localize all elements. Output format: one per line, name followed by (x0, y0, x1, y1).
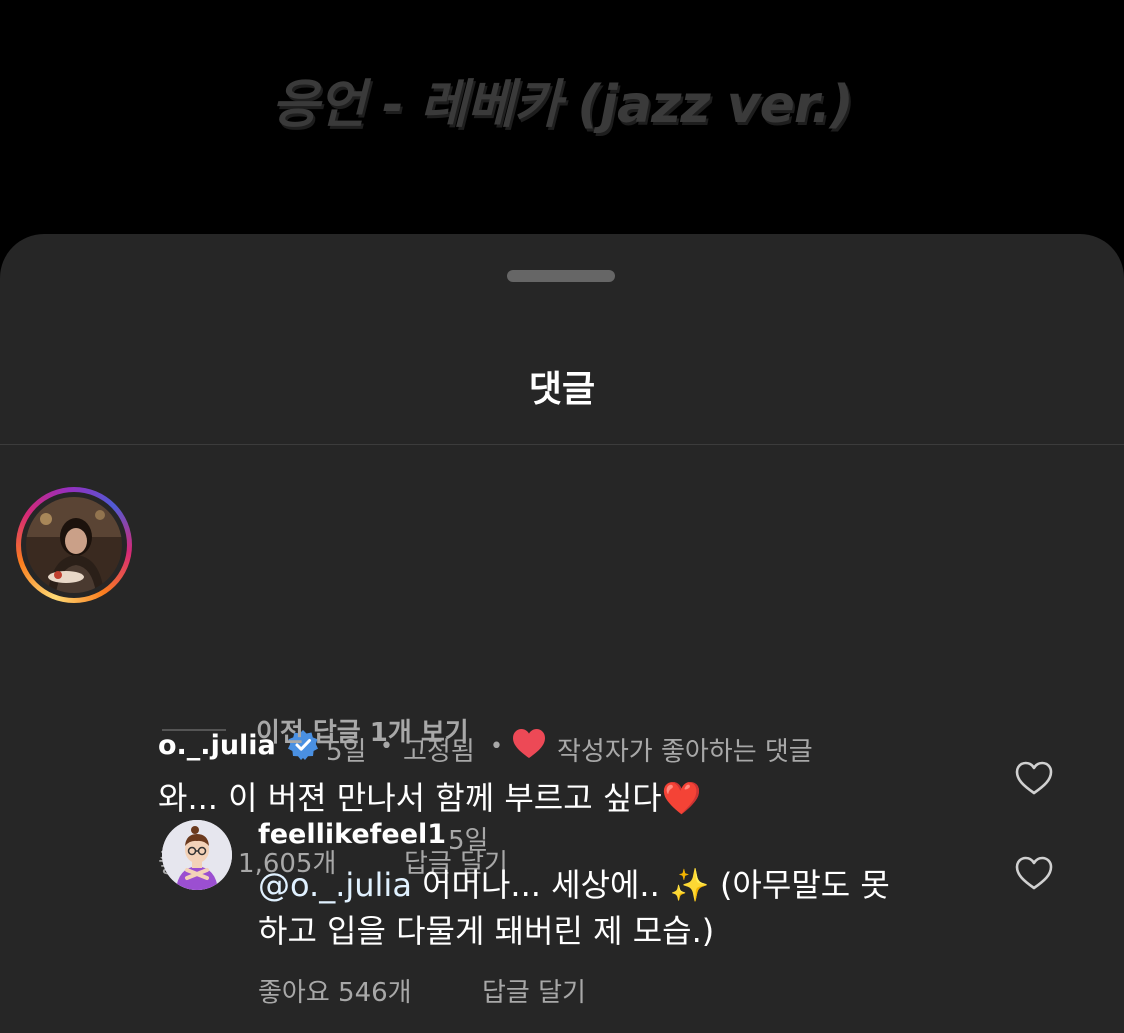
reply-avatar[interactable] (162, 820, 232, 890)
avatar-story-ring[interactable] (16, 487, 132, 603)
like-heart-icon[interactable] (1014, 759, 1054, 799)
reply-like-heart-icon[interactable] (1014, 854, 1054, 894)
sheet-grab-handle[interactable] (507, 270, 615, 282)
view-replies-label[interactable]: 이전 답글 1개 보기 (256, 712, 469, 749)
replies-divider-line (162, 729, 226, 731)
avatar (26, 497, 122, 593)
reply-text-line2: 하고 입을 다물게 돼버린 제 모습.) (258, 912, 715, 950)
reply-reply-button[interactable]: 답글 달기 (482, 972, 586, 1009)
reply-mention[interactable]: @o._.julia (258, 866, 412, 904)
reply-text: @o._.julia 어머나... 세상에.. ✨ (아무말도 못 하고 입을 … (258, 862, 1018, 954)
screen: 응언 - 레베카 (jazz ver.) 댓글 o._.julia 5일 • 고… (0, 0, 1124, 1033)
comments-sheet: 댓글 o._.julia 5일 • 고정됨 • 작성자가 좋아하는 댓글 와..… (0, 234, 1124, 1033)
author-liked-label: 작성자가 좋아하는 댓글 (557, 737, 813, 767)
reply-username[interactable]: feellikefeel1 (258, 819, 446, 850)
meta-separator: • (490, 734, 503, 759)
reply-text-line1: 어머나... 세상에.. ✨ (아무말도 못 (411, 866, 890, 904)
sheet-title: 댓글 (528, 369, 596, 410)
comment-text: 와... 이 버젼 만나서 함께 부르고 싶다❤️ (158, 779, 702, 817)
background-song-title: 응언 - 레베카 (jazz ver.) (271, 75, 853, 135)
sheet-divider (0, 444, 1124, 445)
reply-likes-count[interactable]: 좋아요 546개 (258, 972, 412, 1009)
red-heart-icon (511, 727, 547, 761)
reply-time: 5일 (448, 826, 489, 856)
